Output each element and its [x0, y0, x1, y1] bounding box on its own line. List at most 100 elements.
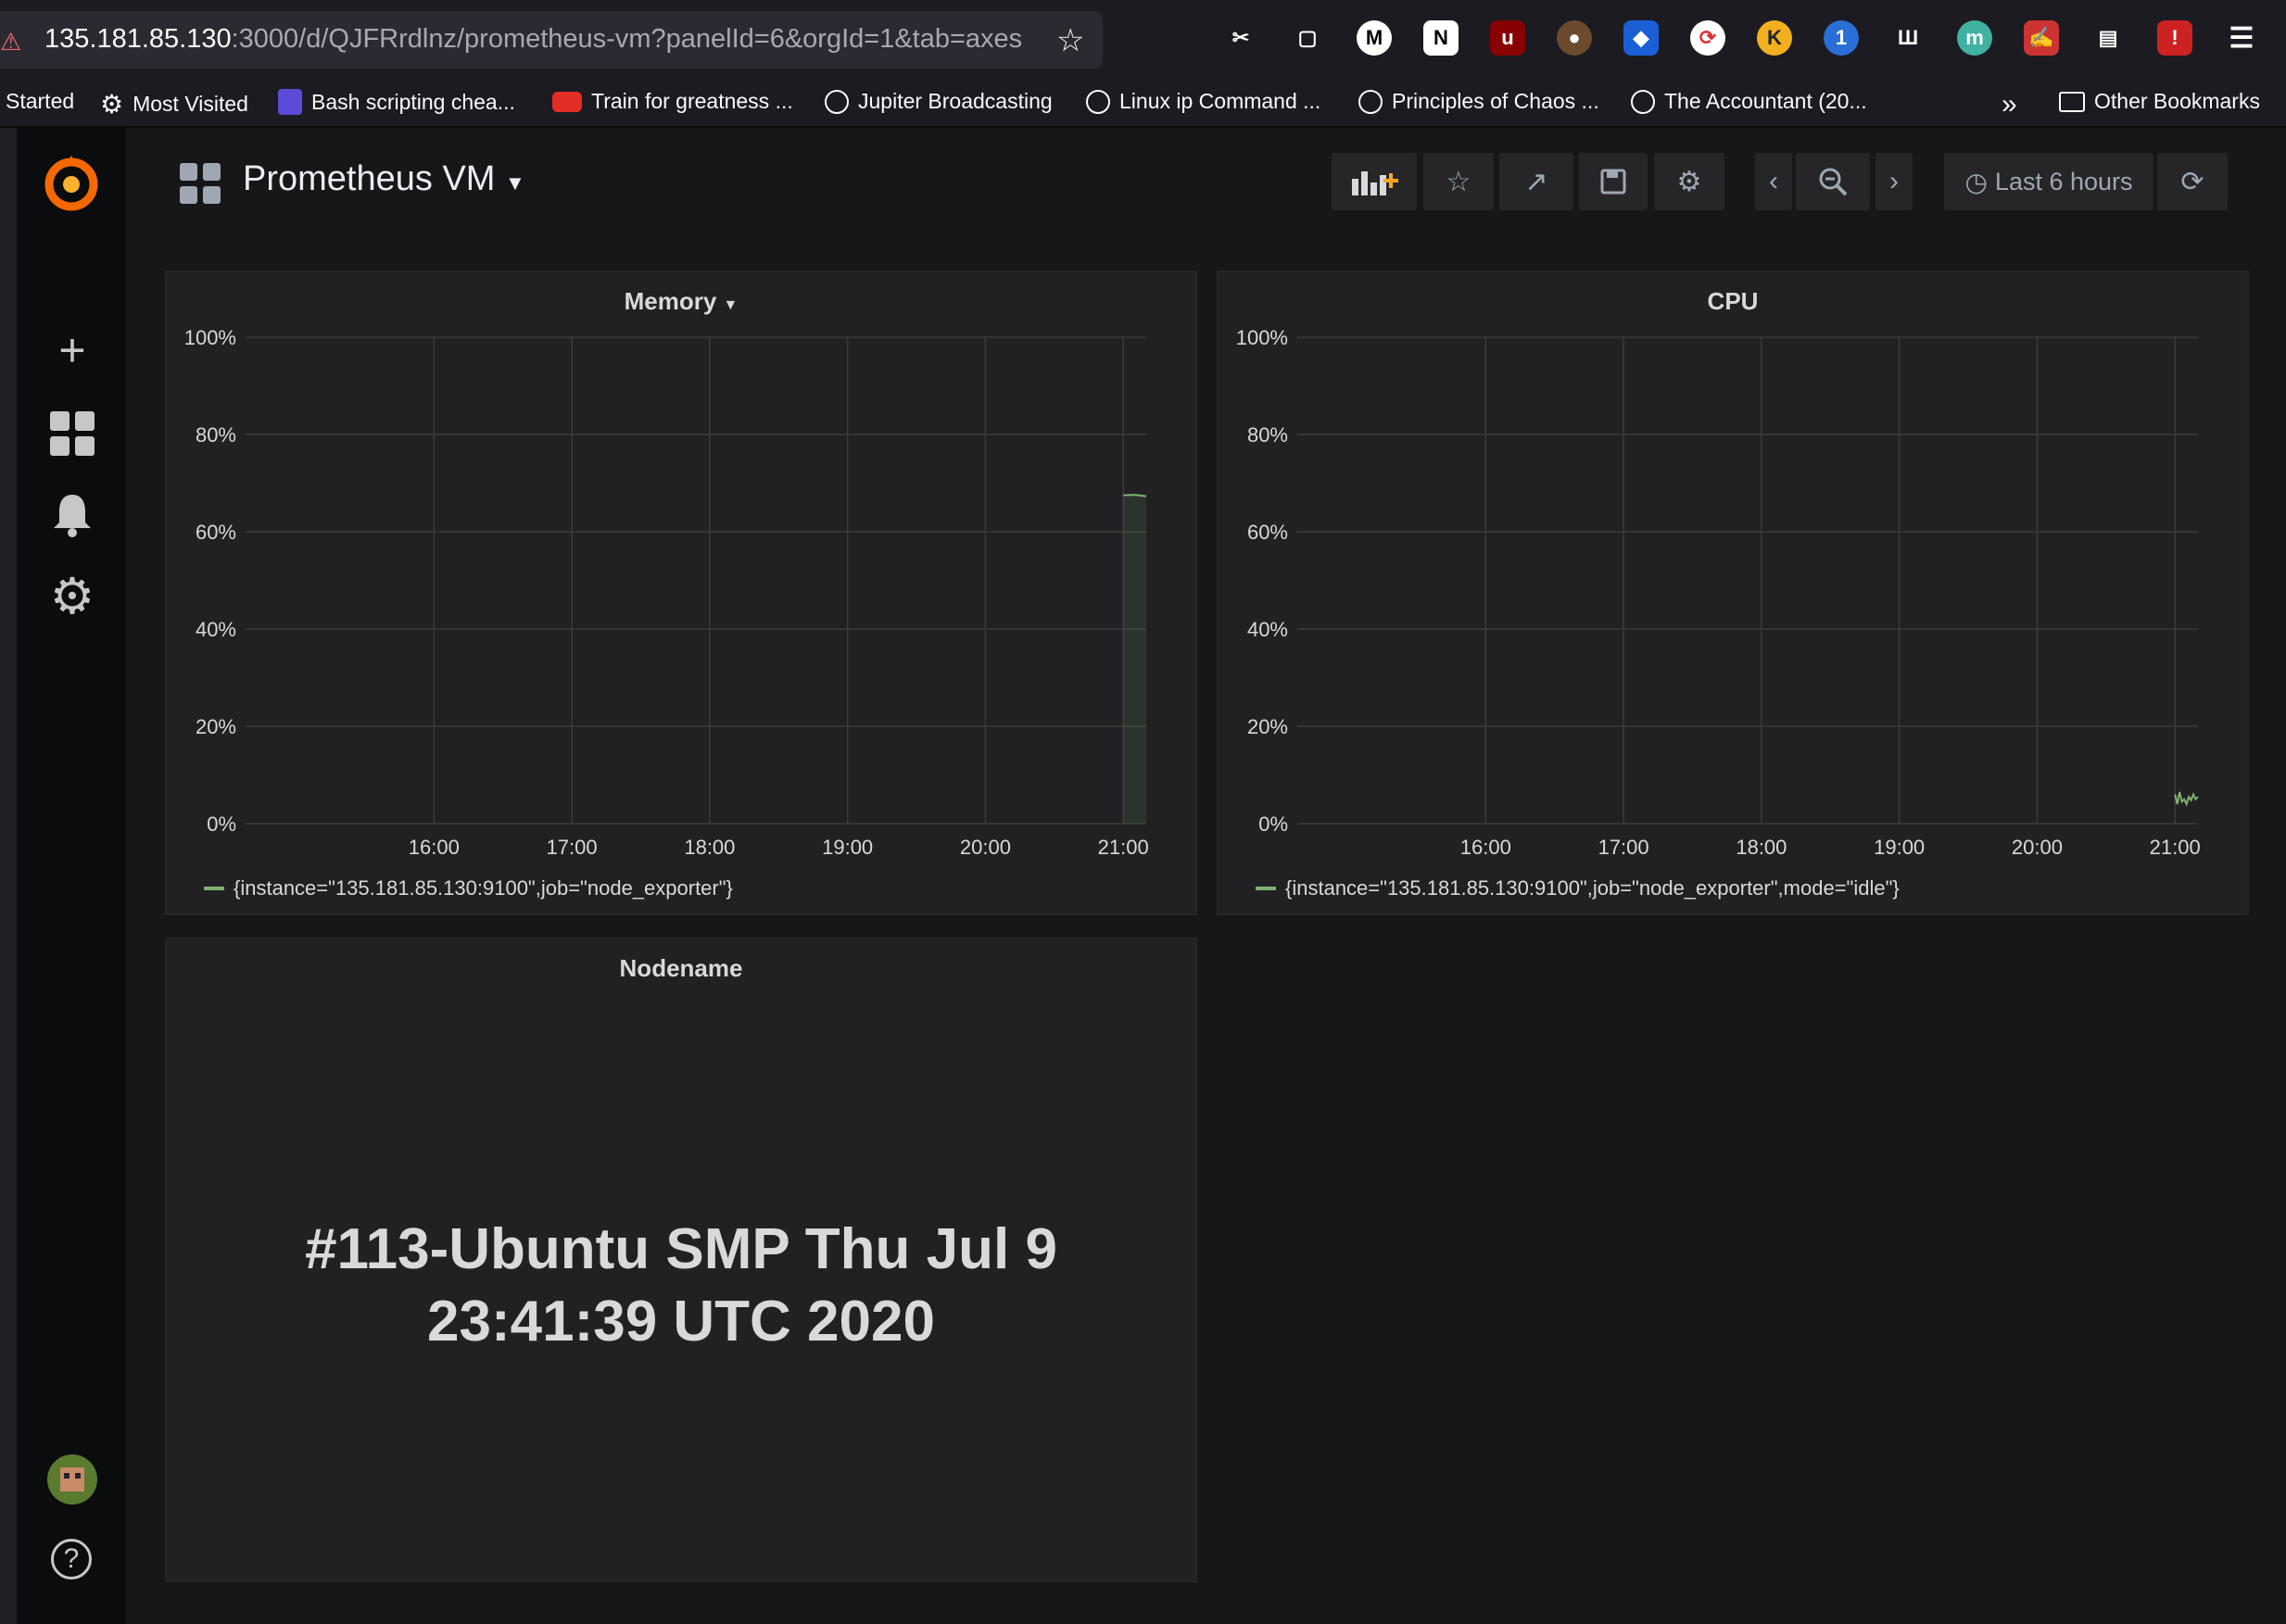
help-question-icon[interactable]: ? — [51, 1539, 92, 1580]
gear-icon: ⚙ — [1676, 166, 1702, 197]
add-panel-icon — [1352, 171, 1398, 195]
memory-chart: 0% 20% 40% 60% 80% 100% 16:00 17:00 18:00 19:00 20… — [184, 326, 1149, 859]
chevron-right-icon: › — [1889, 166, 1899, 196]
nodename-panel-title[interactable]: Nodename — [167, 954, 1195, 983]
time-shift-forward-button[interactable]: › — [1876, 153, 1913, 210]
cpu-legend-item[interactable]: {instance="135.181.85.130:9100",job="nod… — [1256, 876, 1900, 900]
bookmark-principles-of-chaos[interactable]: Principles of Chaos ... — [1358, 89, 1599, 114]
caret-down-icon: ▼ — [505, 171, 525, 195]
dashboard-grid-icon[interactable] — [180, 163, 221, 208]
dashboard-settings-button[interactable]: ⚙ — [1654, 153, 1724, 210]
y-tick-label: 40% — [196, 618, 236, 641]
x-tick-label: 20:00 — [960, 836, 1011, 859]
feedback-flag-icon[interactable]: ! — [2157, 20, 2192, 56]
series-area — [1123, 495, 1146, 824]
star-icon: ☆ — [1446, 166, 1471, 197]
share-icon: ↗ — [1524, 166, 1548, 197]
y-tick-label: 0% — [207, 812, 236, 836]
zoom-out-button[interactable] — [1796, 153, 1870, 210]
add-panel-button[interactable] — [1332, 153, 1417, 210]
x-tick-label: 18:00 — [1736, 836, 1787, 859]
y-tick-label: 100% — [184, 326, 236, 349]
save-dashboard-button[interactable] — [1579, 153, 1648, 210]
pocket-icon[interactable]: ▢ — [1290, 20, 1325, 56]
page-title: Prometheus VM — [243, 159, 496, 198]
legend-label: {instance="135.181.85.130:9100",job="nod… — [1285, 876, 1900, 900]
bookmark-label: Jupiter Broadcasting — [858, 89, 1053, 113]
x-tick-label: 21:00 — [1098, 836, 1149, 859]
bookmark-train-for-greatness[interactable]: Train for greatness ... — [552, 89, 793, 114]
y-tick-label: 80% — [196, 423, 236, 447]
keyword-extension-icon[interactable]: K — [1757, 20, 1792, 56]
x-tick-label: 18:00 — [684, 836, 735, 859]
cpu-panel[interactable]: CPU 0% 20% 40% 60% 80% 100% 16:00 17:00 18:00 19:… — [1217, 271, 2249, 915]
extension-scissors-icon[interactable]: ✂ — [1223, 20, 1258, 56]
privacy-badger-icon[interactable]: ◆ — [1623, 20, 1659, 56]
y-tick-label: 20% — [1247, 715, 1288, 738]
y-tick-label: 0% — [1258, 812, 1288, 836]
bookmark-bash-scripting[interactable]: Bash scripting chea... — [278, 89, 515, 115]
ublock-icon[interactable]: u — [1490, 20, 1525, 56]
bookmark-label: Bash scripting chea... — [311, 89, 515, 114]
x-tick-label: 19:00 — [1874, 836, 1925, 859]
time-shift-back-button[interactable]: ‹ — [1755, 153, 1792, 210]
youtube-icon — [552, 91, 582, 112]
mastodon-icon[interactable]: m — [1957, 20, 1992, 56]
user-avatar[interactable] — [47, 1454, 97, 1504]
x-tick-label: 16:00 — [409, 836, 460, 859]
left-window-edge — [0, 128, 17, 1624]
y-tick-label: 40% — [1247, 618, 1288, 641]
globe-icon — [1631, 89, 1655, 114]
other-bookmarks[interactable]: Other Bookmarks — [2059, 89, 2260, 114]
y-tick-label: 60% — [1247, 521, 1288, 544]
bookmark-label: Principles of Chaos ... — [1392, 89, 1599, 113]
memory-legend-item[interactable]: {instance="135.181.85.130:9100",job="nod… — [204, 876, 733, 900]
share-dashboard-button[interactable]: ↗ — [1499, 153, 1573, 210]
magic-wand-icon[interactable]: ✍ — [2024, 20, 2059, 56]
time-range-picker[interactable]: ◷ Last 6 hours — [1944, 153, 2153, 210]
y-tick-label: 60% — [196, 521, 236, 544]
bookmarks-overflow-chevron-icon[interactable]: » — [2002, 89, 2017, 120]
folder-icon — [2059, 91, 2085, 112]
bookmark-getting-started[interactable]: Started — [6, 89, 74, 114]
bookmark-label: The Accountant (20... — [1664, 89, 1867, 113]
sync-extension-icon[interactable]: ⟳ — [1690, 20, 1725, 56]
memory-panel[interactable]: Memory ▼ 0% 20% 40% 60% 80% 100% 16:00 17:00 18:… — [165, 271, 1197, 915]
url-text[interactable]: 135.181.85.130:3000/d/QJFRrdlnz/promethe… — [44, 24, 1022, 55]
bookmark-linux-ip-command[interactable]: Linux ip Command ... — [1086, 89, 1320, 114]
bookmark-the-accountant[interactable]: The Accountant (20... — [1631, 89, 1867, 114]
url-bar[interactable]: ⚠ 135.181.85.130:3000/d/QJFRrdlnz/promet… — [0, 11, 1103, 69]
alerting-bell-icon[interactable] — [49, 492, 95, 538]
dashboard-title-picker[interactable]: Prometheus VM ▼ — [243, 159, 525, 199]
insecure-lock-icon[interactable]: ⚠ — [0, 28, 21, 57]
x-tick-label: 21:00 — [2150, 836, 2201, 859]
url-path: :3000/d/QJFRrdlnz/prometheus-vm?panelId=… — [231, 24, 1023, 54]
dashboards-grid-icon[interactable] — [49, 410, 95, 457]
x-tick-label: 19:00 — [822, 836, 873, 859]
y-tick-label: 80% — [1247, 423, 1288, 447]
save-icon — [1600, 169, 1626, 195]
reader-view-icon[interactable]: ▤ — [2090, 20, 2126, 56]
onepassword-icon[interactable]: 1 — [1824, 20, 1859, 56]
translate-icon[interactable]: Ш — [1890, 20, 1926, 56]
bookmark-star-icon[interactable]: ☆ — [1056, 22, 1084, 59]
grafana-logo-icon[interactable] — [39, 150, 104, 215]
star-dashboard-button[interactable]: ☆ — [1423, 153, 1494, 210]
globe-icon — [1358, 89, 1383, 114]
nodename-panel[interactable]: Nodename #113-Ubuntu SMP Thu Jul 9 23:41… — [165, 938, 1197, 1582]
clip-icon — [278, 89, 302, 115]
configuration-gear-icon[interactable]: ⚙ — [49, 569, 95, 624]
cookie-icon[interactable]: ● — [1557, 20, 1592, 56]
create-plus-icon[interactable]: + — [49, 324, 95, 376]
refresh-button[interactable]: ⟳ — [2157, 153, 2228, 210]
bookmark-most-visited[interactable]: ⚙ Most Visited — [100, 89, 248, 120]
medium-icon[interactable]: M — [1357, 20, 1392, 56]
chevron-left-icon: ‹ — [1769, 166, 1778, 196]
notion-icon[interactable]: N — [1423, 20, 1459, 56]
bookmark-label: Started — [6, 89, 75, 113]
clock-icon: ◷ — [1964, 167, 1988, 196]
y-tick-label: 20% — [196, 715, 236, 738]
menu-hamburger-icon[interactable]: ☰ — [2224, 20, 2259, 56]
bookmark-jupiter-broadcasting[interactable]: Jupiter Broadcasting — [825, 89, 1053, 114]
globe-icon — [825, 89, 849, 114]
